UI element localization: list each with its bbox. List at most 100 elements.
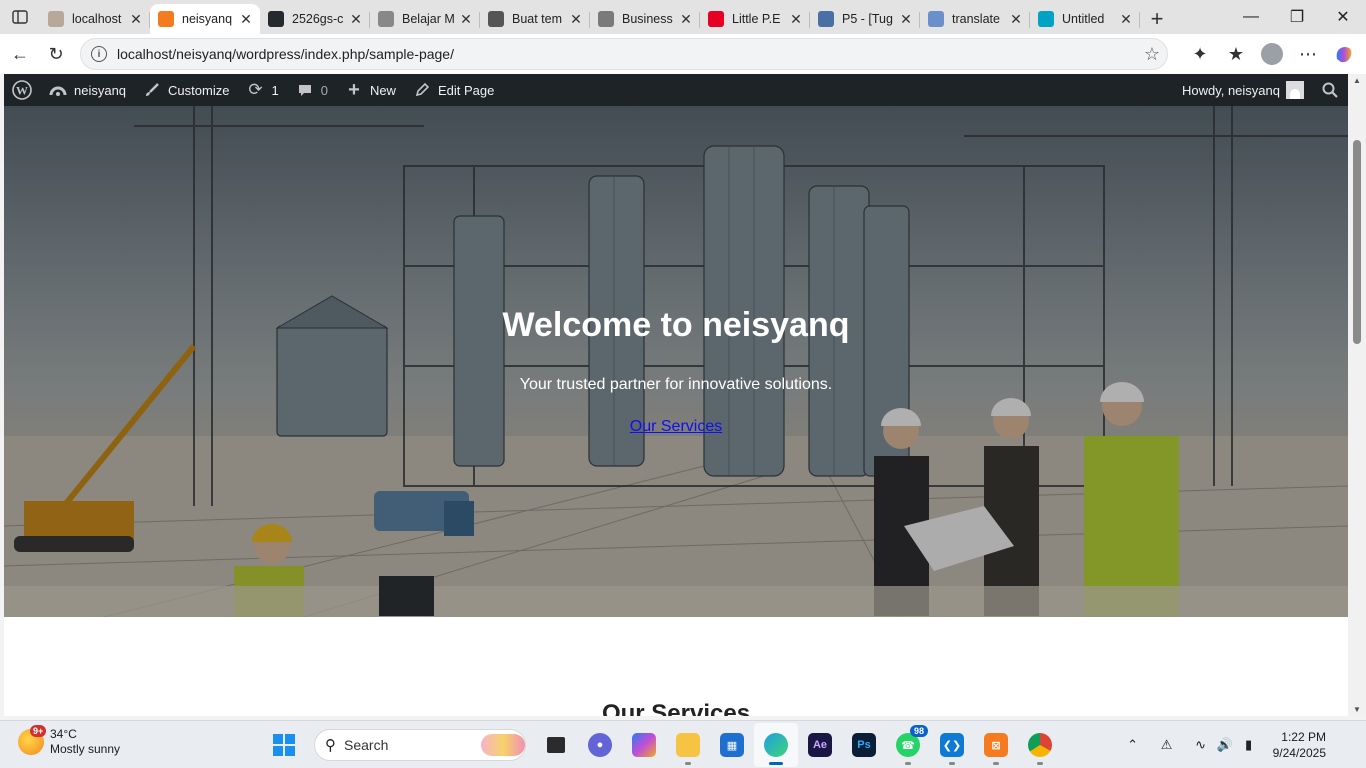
close-tab-icon[interactable]: ✕ — [568, 11, 584, 28]
site-name-label: neisyanq — [74, 82, 127, 98]
canva-icon — [1038, 11, 1054, 27]
pencil-icon — [412, 80, 432, 100]
site-info-icon[interactable]: i — [91, 46, 107, 62]
xampp-button[interactable]: ⊠ — [974, 723, 1018, 767]
minimize-button[interactable]: — — [1228, 0, 1274, 34]
close-tab-icon[interactable]: ✕ — [678, 11, 694, 28]
battery-icon[interactable]: ▮ — [1237, 737, 1261, 753]
wp-admin-bar: W neisyanq Customize ⟳ 1 0 + New Edit Pa… — [4, 74, 1348, 106]
store-icon: ▦ — [720, 733, 744, 757]
favorite-star-icon[interactable]: ☆ — [1137, 44, 1167, 65]
copilot-icon[interactable] — [1326, 36, 1362, 72]
browser-tab[interactable]: 2526gs-c ✕ — [260, 4, 370, 34]
clock-date: 9/24/2025 — [1272, 746, 1326, 760]
taskbar-search[interactable]: ⚲ Search — [314, 729, 526, 761]
copilot-logo — [1336, 47, 1352, 63]
our-services-link[interactable]: Our Services — [630, 418, 722, 435]
weather-widget[interactable]: 9+ 34°C Mostly sunny — [18, 725, 120, 757]
microsoft-store-button[interactable]: ▦ — [710, 723, 754, 767]
file-explorer-button[interactable] — [666, 723, 710, 767]
network-error-icon[interactable]: ⚠ — [1155, 737, 1179, 753]
browser-tab[interactable]: Buat tem ✕ — [480, 4, 590, 34]
close-tab-icon[interactable]: ✕ — [1008, 11, 1024, 28]
close-window-button[interactable]: ✕ — [1320, 0, 1366, 34]
whatsapp-button[interactable]: ☎ 98 — [886, 723, 930, 767]
photoshop-icon: Ps — [852, 733, 876, 757]
close-tab-icon[interactable]: ✕ — [348, 11, 364, 28]
hero-overlay — [4, 106, 1348, 617]
copilot-taskbar-button[interactable] — [622, 723, 666, 767]
hero-title: Welcome to neisyanq — [502, 306, 850, 344]
profile-button[interactable] — [1254, 36, 1290, 72]
tab-actions-button[interactable] — [0, 0, 40, 34]
tab-title: Business — [622, 12, 673, 26]
task-view-icon — [547, 737, 565, 753]
browser-tab[interactable]: localhost ✕ — [40, 4, 150, 34]
new-tab-button[interactable]: + — [1140, 4, 1174, 34]
browser-tab[interactable]: translate ✕ — [920, 4, 1030, 34]
site-name-menu[interactable]: neisyanq — [40, 74, 134, 106]
browser-tab[interactable]: Business ✕ — [590, 4, 700, 34]
tab-title: localhost — [72, 12, 122, 26]
customize-link[interactable]: Customize — [134, 74, 237, 106]
start-button[interactable] — [262, 723, 306, 767]
new-label: New — [369, 82, 396, 98]
comments-count: 0 — [320, 82, 328, 98]
clock[interactable]: 1:22 PM 9/24/2025 — [1261, 729, 1366, 761]
show-hidden-icons-chevron[interactable]: ⌃ — [1121, 737, 1145, 753]
browser-tab[interactable]: Untitled ✕ — [1030, 4, 1140, 34]
windows-logo-icon — [273, 734, 295, 756]
edit-page-link[interactable]: Edit Page — [404, 74, 502, 106]
search-icon — [928, 11, 944, 27]
extensions-icon[interactable]: ✦ — [1182, 36, 1218, 72]
favorites-icon[interactable]: ★ — [1218, 36, 1254, 72]
url-text[interactable]: localhost/neisyanq/wordpress/index.php/s… — [117, 46, 1137, 62]
new-content-menu[interactable]: + New — [336, 74, 404, 106]
address-bar[interactable]: i localhost/neisyanq/wordpress/index.php… — [80, 38, 1168, 70]
comments-link[interactable]: 0 — [287, 74, 336, 106]
close-tab-icon[interactable]: ✕ — [238, 11, 254, 28]
edge-taskbar-button[interactable] — [754, 723, 798, 767]
comment-bubble-icon — [295, 80, 315, 100]
restore-button[interactable]: ❐ — [1274, 0, 1320, 34]
copilot-taskbar-icon — [632, 733, 656, 757]
teams-chat-button[interactable]: ● — [578, 723, 622, 767]
wp-logo-menu[interactable]: W — [4, 74, 40, 106]
browser-tab[interactable]: P5 - [Tug ✕ — [810, 4, 920, 34]
back-button[interactable]: ← — [2, 36, 38, 72]
task-view-button[interactable] — [534, 723, 578, 767]
photoshop-button[interactable]: Ps — [842, 723, 886, 767]
scroll-up-icon[interactable]: ▲ — [1353, 76, 1361, 85]
browser-tab[interactable]: Little P.E ✕ — [700, 4, 810, 34]
browser-tab[interactable]: Belajar M ✕ — [370, 4, 480, 34]
updates-link[interactable]: ⟳ 1 — [237, 74, 286, 106]
edge-icon — [764, 733, 788, 757]
classroom-icon — [818, 11, 834, 27]
close-tab-icon[interactable]: ✕ — [788, 11, 804, 28]
scroll-down-icon[interactable]: ▼ — [1353, 705, 1361, 714]
whatsapp-badge: 98 — [910, 725, 929, 737]
updates-count: 1 — [271, 82, 279, 98]
wifi-icon[interactable]: ∿ — [1189, 737, 1213, 753]
more-menu-icon[interactable]: ⋯ — [1290, 36, 1326, 72]
volume-icon[interactable]: 🔊 — [1213, 737, 1237, 753]
close-tab-icon[interactable]: ✕ — [128, 11, 144, 28]
dashboard-icon — [48, 80, 68, 100]
after-effects-button[interactable]: Ae — [798, 723, 842, 767]
close-tab-icon[interactable]: ✕ — [898, 11, 914, 28]
close-tab-icon[interactable]: ✕ — [1118, 11, 1134, 28]
admin-search-icon[interactable] — [1312, 74, 1348, 106]
close-tab-icon[interactable]: ✕ — [458, 11, 474, 28]
browser-tab[interactable]: neisyanq ✕ — [150, 4, 260, 34]
my-account-menu[interactable]: Howdy, neisyanq — [1174, 74, 1312, 106]
reload-button[interactable]: ↻ — [38, 36, 74, 72]
tab-title: neisyanq — [182, 12, 233, 26]
sunny-weather-icon: 9+ — [18, 725, 47, 755]
tab-actions-icon — [12, 10, 28, 24]
chrome-button[interactable] — [1018, 723, 1062, 767]
browser-navbar: ← ↻ i localhost/neisyanq/wordpress/index… — [0, 34, 1366, 74]
vscode-button[interactable]: ❮❯ — [930, 723, 974, 767]
search-placeholder: Search — [344, 737, 389, 753]
scrollbar-thumb[interactable] — [1353, 140, 1361, 344]
page-scrollbar[interactable]: ▲ ▼ — [1348, 74, 1366, 716]
